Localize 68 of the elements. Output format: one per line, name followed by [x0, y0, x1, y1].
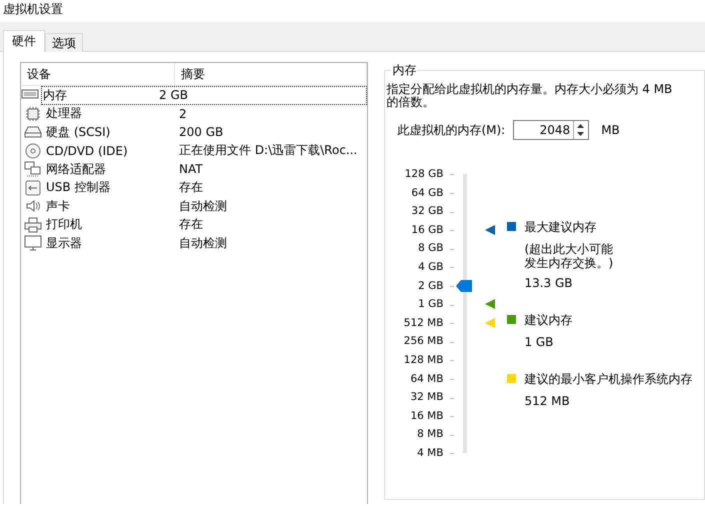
chip-icon — [24, 106, 42, 122]
description-text: 指定分配给此虚拟机的内存量。内存大小必须为 4 MB 的倍数。 — [386, 83, 674, 109]
scale-label: 2 GB — [418, 278, 444, 294]
scale-label: 1 GB — [418, 297, 444, 312]
column-header[interactable]: 设备 — [21, 63, 175, 85]
speaker-icon — [24, 198, 42, 214]
device-summary: 正在使用文件 D:\迅雷下载\Roc... — [178, 142, 358, 160]
device-name: 处理器 — [45, 105, 83, 122]
scale-label: 4 GB — [418, 260, 444, 275]
scale-label: 256 MB — [404, 334, 444, 350]
device-row[interactable]: 打印机 存在 — [21, 216, 368, 234]
scale-label: 16 GB — [411, 222, 444, 238]
device-name: 声卡 — [45, 198, 71, 215]
scale-label: 4 MB — [417, 446, 444, 461]
scale-label: 128 MB — [404, 352, 444, 368]
device-name: 网络适配器 — [45, 160, 107, 178]
device-name: 打印机 — [45, 216, 83, 234]
device-row[interactable]: USB 控制器 存在 — [21, 178, 368, 197]
device-name: USB 控制器 — [45, 179, 112, 196]
scale-label: 16 MB — [410, 408, 444, 424]
device-name: 显示器 — [45, 234, 83, 252]
device-row[interactable]: 处理器 2 — [21, 104, 368, 123]
scale-label: 64 GB — [411, 186, 444, 201]
device-row[interactable]: 硬盘 (SCSI) 200 GB — [21, 123, 368, 142]
device-summary: 自动检测 — [178, 234, 227, 252]
window-title: 虚拟机设置 — [3, 2, 63, 16]
legend-value: 1 GB — [524, 335, 554, 349]
device-row[interactable]: CD/DVD (IDE) 正在使用文件 D:\迅雷下载\Roc... — [21, 142, 368, 160]
device-summary: 存在 — [178, 216, 203, 234]
device-row[interactable]: 声卡 自动检测 — [21, 197, 368, 216]
device-row[interactable]: 内存 2 GB — [41, 86, 368, 104]
device-row[interactable]: 网络适配器 NAT — [21, 160, 368, 178]
scale-label: 128 GB — [404, 167, 444, 182]
monitor-icon — [24, 235, 42, 252]
device-summary: 200 GB — [178, 125, 224, 140]
device-summary: NAT — [178, 162, 203, 176]
group-title: 内存 — [391, 63, 418, 77]
network-icon — [24, 161, 42, 178]
device-summary: 2 GB — [158, 88, 188, 102]
printer-icon — [24, 216, 42, 233]
device-summary: 自动检测 — [178, 198, 227, 215]
scale-label: 8 MB — [417, 427, 444, 442]
legend-value: 13.3 GB — [524, 276, 574, 290]
tab[interactable]: 选项 — [45, 33, 83, 52]
scale-label: 512 MB — [404, 316, 444, 331]
legend-note: (超出此大小可能发生内存交换。) — [524, 242, 614, 270]
legend-title: 最大建议内存 — [524, 219, 598, 236]
device-name: 内存 — [42, 86, 68, 104]
memory-spinbox[interactable]: 2048 — [513, 120, 590, 140]
device-name: 硬盘 (SCSI) — [45, 124, 112, 141]
legend-value: 512 MB — [524, 394, 571, 408]
scale-label: 8 GB — [418, 241, 444, 256]
device-name: CD/DVD (IDE) — [45, 142, 129, 159]
slider-thumb[interactable] — [456, 280, 472, 292]
unit-label: MB — [601, 123, 620, 137]
column-header[interactable]: 摘要 — [175, 63, 368, 85]
device-row[interactable]: 显示器 自动检测 — [21, 234, 368, 252]
tab[interactable]: 硬件 — [3, 30, 45, 52]
scale-label: 64 MB — [410, 372, 444, 387]
legend-title: 建议的最小客户机操作系统内存 — [524, 371, 692, 388]
usb-icon — [24, 180, 42, 196]
field-label: 此虚拟机的内存(M): — [397, 122, 506, 138]
device-summary: 2 — [178, 106, 187, 121]
device-summary: 存在 — [178, 179, 203, 196]
scale-label: 32 MB — [410, 390, 444, 406]
scale-label: 32 GB — [411, 204, 444, 220]
disc-icon — [24, 142, 42, 159]
legend-title: 建议内存 — [524, 312, 572, 329]
